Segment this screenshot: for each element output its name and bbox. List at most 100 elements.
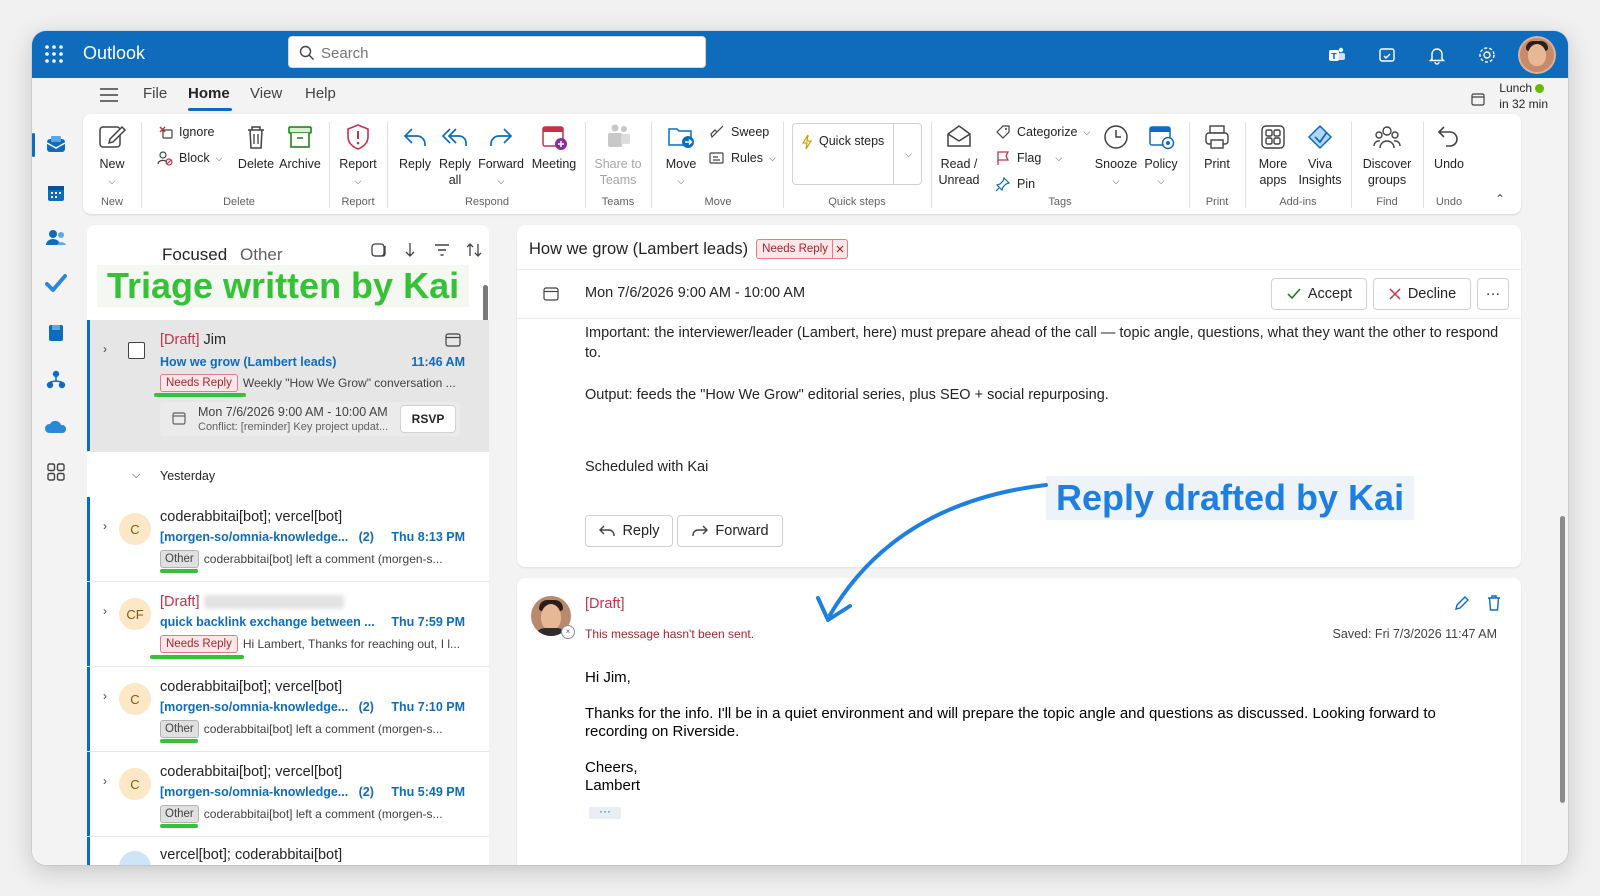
- categorize-button[interactable]: Categorize ⌵: [995, 124, 1090, 140]
- report-label: Report: [339, 157, 377, 171]
- people-icon[interactable]: [44, 226, 68, 250]
- close-icon: [1389, 288, 1401, 300]
- share-to-teams-button[interactable]: Share to Teams: [591, 122, 645, 188]
- list-item[interactable]: vercel[bot]; coderabbitai[bot]: [87, 837, 489, 865]
- list-item[interactable]: › CF [Draft] quick backlink exchange bet…: [87, 582, 489, 667]
- archive-label: Archive: [279, 157, 321, 171]
- notifications-bell-icon[interactable]: [1412, 31, 1462, 78]
- pin-button[interactable]: Pin: [995, 176, 1035, 192]
- sweep-button[interactable]: Sweep: [709, 124, 769, 140]
- read-unread-button[interactable]: Read / Unread: [937, 122, 981, 188]
- expand-chevron-icon[interactable]: ›: [103, 774, 107, 788]
- draft-closing[interactable]: Cheers,: [585, 759, 1465, 777]
- teams-share-icon: [608, 124, 630, 147]
- discover-groups-button[interactable]: Discover groups: [1357, 122, 1417, 188]
- todo-icon[interactable]: [44, 271, 68, 295]
- reply-all-button[interactable]: Reply all: [437, 122, 473, 188]
- show-more-button[interactable]: ···: [589, 805, 621, 819]
- my-day-icon[interactable]: [1362, 31, 1412, 78]
- meeting-button[interactable]: Meeting: [529, 122, 579, 172]
- settings-gear-icon[interactable]: [1462, 31, 1512, 78]
- print-button[interactable]: Print: [1197, 122, 1237, 172]
- chevron-down-icon: ⌵: [108, 176, 116, 186]
- tab-other[interactable]: Other: [240, 245, 283, 265]
- tab-home[interactable]: Home: [188, 85, 230, 102]
- group-header-yesterday[interactable]: ⌵ Yesterday: [87, 457, 489, 495]
- jump-to-icon[interactable]: [401, 241, 419, 259]
- collapse-ribbon-chevron-icon[interactable]: ⌃: [1495, 192, 1505, 206]
- tab-focused[interactable]: Focused: [162, 245, 227, 265]
- more-apps-button[interactable]: More apps: [1253, 122, 1293, 188]
- notes-icon[interactable]: [44, 321, 68, 345]
- app-launcher-icon[interactable]: [44, 44, 64, 64]
- tab-view[interactable]: View: [250, 85, 282, 102]
- sort-icon[interactable]: [465, 241, 483, 259]
- groups-icon: [1373, 126, 1401, 149]
- move-button[interactable]: Move ⌵: [659, 122, 703, 189]
- undo-button[interactable]: Undo: [1431, 122, 1467, 172]
- draft-greeting[interactable]: Hi Jim,: [585, 669, 1465, 687]
- calendar-icon[interactable]: [44, 181, 68, 205]
- row-checkbox[interactable]: [128, 342, 145, 359]
- rules-button[interactable]: Rules ⌵: [709, 150, 776, 166]
- ignore-button[interactable]: Ignore: [157, 124, 214, 140]
- archive-button[interactable]: Archive: [279, 122, 321, 172]
- list-item[interactable]: › C coderabbitai[bot]; vercel[bot] [morg…: [87, 752, 489, 837]
- forward-button[interactable]: Forward ⌵: [477, 122, 525, 189]
- search-box[interactable]: [288, 36, 706, 68]
- report-button[interactable]: Report ⌵: [337, 122, 379, 189]
- quick-steps-dropdown[interactable]: ⌵: [893, 123, 923, 185]
- presence-status-icon: ×: [561, 625, 575, 639]
- expand-chevron-icon[interactable]: ›: [103, 689, 107, 703]
- draft-signature[interactable]: Lambert: [585, 777, 1465, 795]
- menu-bar: File Home View Help Lunch in 32 min: [82, 78, 1562, 113]
- accept-button[interactable]: Accept: [1271, 278, 1367, 310]
- discard-trash-icon[interactable]: [1485, 594, 1503, 612]
- upcoming-event[interactable]: Lunch in 32 min: [1471, 80, 1548, 112]
- snooze-button[interactable]: Snooze ⌵: [1093, 122, 1139, 189]
- select-mode-icon[interactable]: [369, 241, 387, 259]
- onedrive-icon[interactable]: [44, 415, 68, 439]
- print-label: Print: [1204, 157, 1230, 171]
- decline-button[interactable]: Decline: [1373, 278, 1471, 310]
- edit-pencil-icon[interactable]: [1453, 594, 1471, 612]
- draft-body[interactable]: Thanks for the info. I'll be in a quiet …: [585, 705, 1465, 741]
- new-mail-button[interactable]: New ⌵: [93, 122, 131, 189]
- tab-home-indicator: [188, 108, 232, 111]
- rsvp-button[interactable]: RSVP: [400, 405, 456, 433]
- filter-icon[interactable]: [433, 241, 451, 259]
- remove-category-close-icon[interactable]: [832, 240, 847, 258]
- policy-button[interactable]: Policy ⌵: [1139, 122, 1183, 189]
- draft-compose-pane: × [Draft] This message hasn't been sent.…: [517, 578, 1521, 865]
- rules-icon: [709, 152, 724, 164]
- list-item[interactable]: › C coderabbitai[bot]; vercel[bot] [morg…: [87, 497, 489, 582]
- group-label-move: Move: [704, 196, 732, 208]
- more-apps-icon[interactable]: [44, 460, 68, 484]
- reply-all-icon: [441, 128, 467, 146]
- expand-chevron-icon[interactable]: ›: [103, 519, 107, 533]
- block-button[interactable]: Block ⌵: [157, 150, 222, 166]
- search-input[interactable]: [319, 41, 693, 65]
- reply-button[interactable]: Reply: [585, 515, 673, 547]
- new-mail-icon: [99, 125, 127, 148]
- tab-file[interactable]: File: [143, 85, 167, 102]
- list-item[interactable]: › C coderabbitai[bot]; vercel[bot] [morg…: [87, 667, 489, 752]
- teams-icon[interactable]: T: [1312, 31, 1362, 78]
- list-scrollbar[interactable]: [483, 285, 488, 325]
- reading-scrollbar[interactable]: [1560, 516, 1565, 803]
- flag-button[interactable]: Flag ⌵: [995, 150, 1062, 166]
- forward-button[interactable]: Forward: [677, 515, 783, 547]
- account-avatar[interactable]: [1512, 31, 1562, 78]
- reply-button[interactable]: Reply: [397, 122, 433, 172]
- hamburger-menu-icon[interactable]: [100, 87, 118, 103]
- expand-chevron-icon[interactable]: ›: [103, 604, 107, 618]
- tab-help[interactable]: Help: [305, 85, 336, 102]
- more-actions-button[interactable]: ···: [1477, 278, 1509, 310]
- viva-insights-button[interactable]: Viva Insights: [1295, 122, 1345, 188]
- expand-chevron-icon[interactable]: ›: [103, 342, 107, 356]
- app-name[interactable]: Outlook: [83, 43, 145, 64]
- org-explorer-icon[interactable]: [44, 368, 68, 392]
- list-item-selected[interactable]: › [Draft] Jim How we grow (Lambert leads…: [87, 320, 489, 452]
- delete-button[interactable]: Delete: [235, 122, 277, 172]
- mail-icon[interactable]: [44, 133, 68, 157]
